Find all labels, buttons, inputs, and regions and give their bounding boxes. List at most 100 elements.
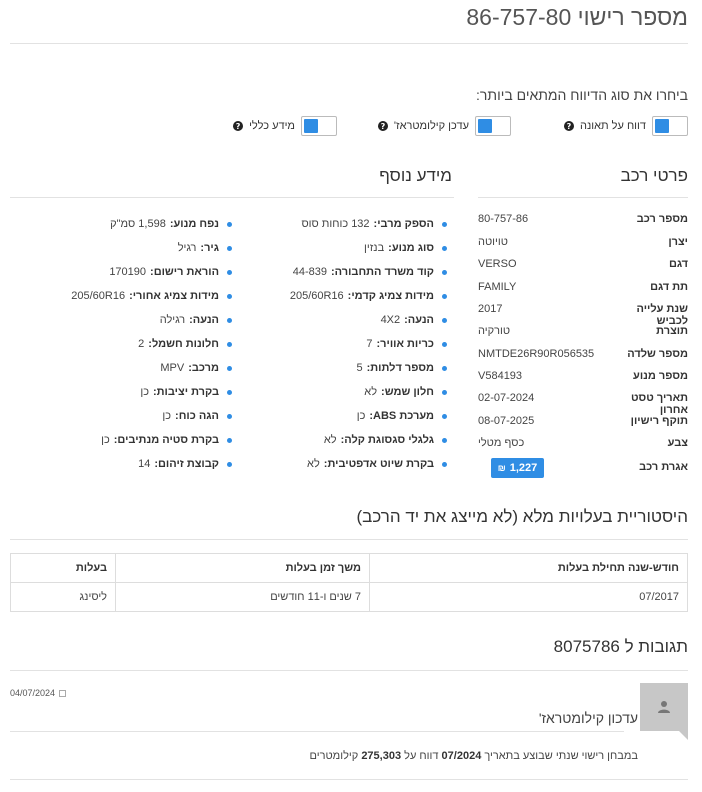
info-value: 132 כוחות סוס (301, 218, 370, 230)
info-value: 205/60R16 (71, 290, 126, 302)
question-icon[interactable]: ? (377, 121, 388, 131)
info-value: כן (162, 410, 172, 422)
info-label: מידות צמיג קדמי: (347, 290, 434, 302)
bullet-icon (442, 365, 447, 371)
info-value: לא (364, 386, 378, 398)
divider (478, 197, 688, 198)
info-value: 44-839 (292, 266, 327, 278)
bullet-icon (442, 293, 447, 299)
info-value: רגיל (177, 242, 197, 254)
info-label: הנעה: (189, 314, 219, 326)
info-value: 170190 (109, 266, 147, 278)
row-value: טורקיה (478, 325, 511, 337)
info-value: 7 (366, 338, 373, 350)
comment-title: עדכון קילומטראז' (538, 710, 638, 726)
bullet-icon (227, 461, 232, 467)
column-header: בעלות (10, 553, 116, 583)
info-label: הוראת רישום: (150, 266, 219, 278)
info-value: 4X2 (380, 314, 401, 326)
table-cell: ליסינג (10, 582, 116, 612)
info-item: מידות צמיג קדמי: 205/60R16 (290, 286, 447, 306)
comment-text: במבחן רישוי שנתי שבוצע בתאריך (484, 750, 638, 762)
info-value: 14 (138, 458, 151, 470)
report-option-mileage: עדכן קילומטראז' ? (377, 116, 511, 136)
row-label: מספר רכב (636, 213, 688, 225)
row-value: 02-07-2024 (478, 392, 535, 404)
info-value: 1,598 סמ"ק (110, 218, 166, 230)
comment-text: דווח על (404, 750, 439, 762)
question-icon[interactable]: ? (563, 121, 574, 131)
row-value: VERSO (478, 258, 517, 270)
report-type-prompt: ביחרו את סוג הדיווח המתאים ביותר: (476, 87, 688, 103)
report-option-general: מידע כללי ? (233, 116, 337, 136)
row-label: מספר שלדה (627, 348, 688, 360)
extra-info-heading: מידע נוסף (379, 166, 452, 185)
info-item: גיר: רגיל (178, 238, 232, 258)
row-value: 08-07-2025 (478, 415, 535, 427)
info-label: חלונות חשמל: (148, 338, 219, 350)
mileage-toggle[interactable] (475, 116, 511, 136)
comment-date-text: 04/07/2024 (10, 688, 56, 698)
divider (10, 779, 688, 780)
bullet-icon (442, 437, 447, 443)
vehicle-details-heading: פרטי רכב (620, 166, 688, 185)
divider (10, 197, 454, 198)
row-label: תת דגם (650, 281, 688, 293)
bullet-icon (227, 221, 232, 227)
info-item: סוג מנוע: בנזין (364, 238, 447, 258)
row-label: יצרן (668, 236, 688, 248)
bullet-icon (442, 461, 447, 467)
divider (10, 539, 688, 540)
info-value: כן (356, 410, 366, 422)
info-item: בקרת סטיה מנתיבים: כן (101, 430, 232, 450)
vehicle-row-color: צבע כסף מטלי (478, 437, 688, 457)
vehicle-row-engine-number: מספר מנוע V584193 (478, 370, 688, 390)
mileage-label: עדכן קילומטראז' (393, 120, 469, 132)
info-label: נפח מנוע: (169, 218, 219, 230)
bullet-icon (442, 389, 447, 395)
table-row: 07/2017 7 שנים ו-11 חודשים ליסינג (10, 582, 688, 612)
shekel-icon: ₪ (497, 463, 506, 473)
bullet-icon (227, 293, 232, 299)
info-label: בקרת שיוט אדפטיבית: (323, 458, 434, 470)
general-toggle[interactable] (301, 116, 337, 136)
comments-heading: תגובות ל 8075786 (553, 637, 688, 656)
info-item: הוראת רישום: 170190 (109, 262, 232, 282)
bullet-icon (227, 437, 232, 443)
info-value: 2 (138, 338, 145, 350)
info-label: גלגלי סגסוגת קלה: (340, 434, 434, 446)
row-value: טויוטה (478, 236, 508, 248)
info-item: הנעה: 4X2 (381, 310, 447, 330)
divider (10, 670, 688, 671)
bullet-icon (227, 341, 232, 347)
question-icon[interactable]: ? (233, 121, 244, 131)
row-value: V584193 (478, 370, 523, 382)
divider (10, 731, 624, 732)
info-item: גלגלי סגסוגת קלה: לא (324, 430, 447, 450)
row-label: תוצרת (656, 325, 688, 337)
info-value: כן (140, 386, 149, 398)
divider (10, 43, 688, 44)
info-label: קוד משרד התחבורה: (330, 266, 434, 278)
vehicle-row-last-test: תאריך טסט אחרון 02-07-2024 (478, 392, 688, 416)
table-header-row: חודש-שנה תחילת בעלות משך זמן בעלות בעלות (10, 553, 688, 583)
general-label: מידע כללי (249, 120, 295, 132)
info-label: בקרת סטיה מנתיבים: (113, 434, 219, 446)
info-item: נפח מנוע: 1,598 סמ"ק (110, 214, 232, 234)
info-item: בקרת שיוט אדפטיבית: לא (307, 454, 447, 474)
info-value: לא (323, 434, 337, 446)
info-label: הספק מרבי: (373, 218, 434, 230)
info-label: מידות צמיג אחורי: (129, 290, 219, 302)
row-value: כסף מטלי (478, 437, 525, 449)
info-item: מספר דלתות: 5 (357, 358, 447, 378)
bullet-icon (442, 221, 447, 227)
bullet-icon (227, 365, 232, 371)
bullet-icon (442, 269, 447, 275)
row-label: מספר מנוע (633, 370, 688, 382)
info-item: מידות צמיג אחורי: 205/60R16 (71, 286, 232, 306)
vehicle-row-plate: מספר רכב 80-757-86 (478, 213, 688, 233)
info-item: חלונות חשמל: 2 (138, 334, 232, 354)
accident-toggle[interactable] (652, 116, 688, 136)
info-value: כן (101, 434, 110, 446)
info-item: מערכת ABS: כן (357, 406, 447, 426)
